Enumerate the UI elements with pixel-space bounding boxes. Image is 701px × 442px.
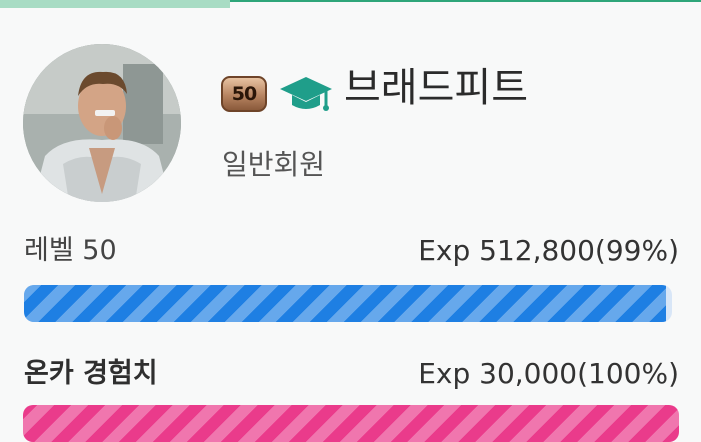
onca-exp-label: 온카 경험치 bbox=[24, 358, 158, 389]
avatar[interactable] bbox=[23, 44, 181, 202]
username: 브래드피트 bbox=[344, 65, 528, 111]
member-grade: 일반회원 bbox=[222, 148, 326, 181]
level-badge: 50 bbox=[221, 76, 267, 112]
onca-exp-progress-fill bbox=[23, 405, 679, 442]
graduation-cap-icon bbox=[280, 77, 332, 111]
active-tab-indicator bbox=[0, 0, 230, 8]
onca-exp-progress-bar bbox=[23, 405, 679, 442]
level-badge-number: 50 bbox=[231, 83, 257, 105]
level-progress-bar bbox=[24, 285, 672, 322]
avatar-photo bbox=[23, 44, 181, 202]
level-progress-fill bbox=[24, 285, 666, 322]
level-label: 레벨 50 bbox=[24, 235, 117, 266]
level-exp-value: Exp 512,800(99%) bbox=[418, 234, 679, 267]
onca-exp-value: Exp 30,000(100%) bbox=[418, 357, 679, 390]
